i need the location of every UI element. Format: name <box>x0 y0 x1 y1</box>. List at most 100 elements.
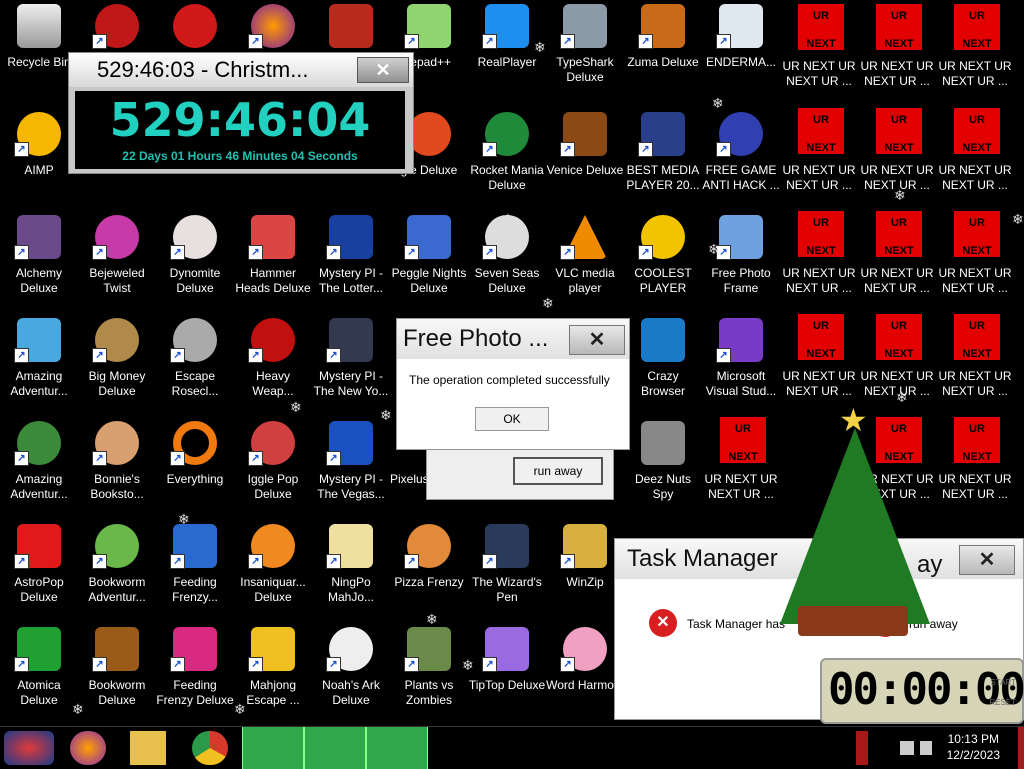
run-away-button[interactable]: run away <box>513 457 603 485</box>
desktop-icon-mystery-pi-lottery[interactable]: ↗ Mystery PI - The Lotter... <box>312 211 390 311</box>
desktop-icon-vlc[interactable]: ↗ VLC media player <box>546 211 624 311</box>
start-button[interactable]: START <box>991 678 1016 687</box>
shortcut-arrow-icon: ↗ <box>716 348 731 363</box>
ur-next-icon: UR NEXT <box>876 4 922 50</box>
desktop-icon-atomica[interactable]: ↗ Atomica Deluxe <box>0 623 78 723</box>
shortcut-arrow-icon: ↗ <box>404 554 419 569</box>
shortcut-arrow-icon: ↗ <box>638 245 653 260</box>
desktop-icon-dynomite[interactable]: ↗ Dynomite Deluxe <box>156 211 234 311</box>
desktop-icon-astropop[interactable]: ↗ AstroPop Deluxe <box>0 520 78 620</box>
run-away-window[interactable]: run away <box>426 446 614 500</box>
network-icon[interactable] <box>900 741 914 755</box>
desktop-icon-venice[interactable]: ↗ Venice Deluxe <box>546 108 624 208</box>
desktop-icon-coolest-player[interactable]: ↗ COOLEST PLAYER <box>624 211 702 311</box>
taskbar-item-photo-frame[interactable] <box>304 727 366 769</box>
ok-button[interactable]: OK <box>475 407 549 431</box>
firefox-taskbar-icon[interactable] <box>70 731 106 765</box>
snowflake-icon: ❄ <box>380 407 392 423</box>
reset-button[interactable]: RESET <box>989 698 1016 707</box>
red-creature-icon <box>173 4 217 48</box>
desktop-icon-ur-next[interactable]: UR NEXT UR NEXT UR NEXT UR ... <box>936 4 1014 104</box>
desktop-icon-crazy-browser[interactable]: Crazy Browser <box>624 314 702 414</box>
desktop-icon-ur-next[interactable]: UR NEXT UR NEXT UR NEXT UR ... <box>858 4 936 104</box>
desktop-icon-xm-play[interactable]: ↗ BEST MEDIA PLAYER 20... <box>624 108 702 208</box>
taskbar-item-christmas-tree[interactable] <box>242 727 304 769</box>
desktop-icon-ur-next[interactable]: UR NEXT UR NEXT UR NEXT UR ... <box>780 314 858 414</box>
desktop-icon-ur-next[interactable]: UR NEXT UR NEXT UR NEXT UR ... <box>936 211 1014 311</box>
chrome-icon[interactable] <box>192 731 228 765</box>
desktop-icon-visual-studio[interactable]: ↗ Microsoft Visual Stud... <box>702 314 780 414</box>
free-photo-dialog[interactable]: Free Photo ... ✕ The operation completed… <box>396 318 630 450</box>
start-button[interactable] <box>4 731 54 765</box>
desktop-icon-word-harmony[interactable]: ↗ Word Harmo... <box>546 623 624 723</box>
shortcut-arrow-icon: ↗ <box>170 451 185 466</box>
desktop-icon-pizza-frenzy[interactable]: ↗ Pizza Frenzy <box>390 520 468 620</box>
snowflake-icon: ❄ <box>426 611 438 627</box>
desktop-icon-feeding-frenzy[interactable]: ↗ Feeding Frenzy... <box>156 520 234 620</box>
snowflake-icon: ❄ <box>462 657 474 673</box>
star-browser-icon <box>641 318 685 362</box>
christmas-countdown-window[interactable]: 529:46:03 - Christm... ✕ 529:46:04 22 Da… <box>68 52 414 174</box>
desktop-icon-aimp[interactable]: ↗ AIMP <box>0 108 78 208</box>
desktop-icon-hammer-heads[interactable]: ↗ Hammer Heads Deluxe <box>234 211 312 311</box>
shortcut-arrow-icon: ↗ <box>716 34 731 49</box>
desktop-icon-rocket-mania[interactable]: ↗ Rocket Mania Deluxe <box>468 108 546 208</box>
desktop-icon-peggle-nights[interactable]: ↗ Peggle Nights Deluxe <box>390 211 468 311</box>
close-button[interactable]: ✕ <box>569 325 625 355</box>
desktop-icon-ur-next[interactable]: UR NEXT UR NEXT UR NEXT UR ... <box>780 211 858 311</box>
shortcut-arrow-icon: ↗ <box>170 348 185 363</box>
shortcut-arrow-icon: ↗ <box>248 657 263 672</box>
desktop-icon-typeshark[interactable]: ↗ TypeShark Deluxe <box>546 0 624 100</box>
close-button[interactable]: ✕ <box>357 57 409 83</box>
desktop-icon-bonnies-bookstore[interactable]: ↗ Bonnie's Booksto... <box>78 417 156 517</box>
taskbar: 10:13 PM 12/2/2023 <box>0 726 1024 769</box>
desktop-icon-mystery-pi-new-york[interactable]: ↗ Mystery PI - The New Yo... <box>312 314 390 414</box>
desktop-icon-insaniquarium[interactable]: ↗ Insaniquar... Deluxe <box>234 520 312 620</box>
desktop-icon-anti-hack[interactable]: ↗ FREE GAME ANTI HACK ... <box>702 108 780 208</box>
desktop-icon-alchemy[interactable]: ↗ Alchemy Deluxe <box>0 211 78 311</box>
close-button[interactable]: ✕ <box>959 545 1015 575</box>
desktop-icon-big-money[interactable]: ↗ Big Money Deluxe <box>78 314 156 414</box>
taskbar-item-notepad[interactable] <box>366 727 428 769</box>
desktop-icon-wizards-pen[interactable]: ↗ The Wizard's Pen <box>468 520 546 620</box>
desktop-icon-amazing-adventures-1[interactable]: ↗ Amazing Adventur... <box>0 314 78 414</box>
snowflake-icon: ❄ <box>502 211 514 227</box>
desktop-icon-free-photo-frame[interactable]: ↗ Free Photo Frame <box>702 211 780 311</box>
desktop-icon-ur-next[interactable]: UR NEXT UR NEXT UR NEXT UR ... <box>936 108 1014 208</box>
desktop-icon-ur-next[interactable]: UR NEXT UR NEXT UR NEXT UR ... <box>858 211 936 311</box>
file-explorer-icon[interactable] <box>130 731 166 765</box>
desktop-icon-ur-next[interactable]: UR NEXT UR NEXT UR NEXT UR ... <box>936 314 1014 414</box>
desktop-icon-plants-vs-zombies[interactable]: ↗ Plants vs Zombies <box>390 623 468 723</box>
desktop-icon-feeding-frenzy-deluxe[interactable]: ↗ Feeding Frenzy Deluxe <box>156 623 234 723</box>
desktop-icon-ningpo-mahjong[interactable]: ↗ NingPo MahJo... <box>312 520 390 620</box>
desktop-icon-zuma[interactable]: ↗ Zuma Deluxe <box>624 0 702 100</box>
desktop-icon-bookworm-adventures[interactable]: ↗ Bookworm Adventur... <box>78 520 156 620</box>
system-clock[interactable]: 10:13 PM 12/2/2023 <box>947 731 1000 763</box>
desktop-icon-amazing-adventures-2[interactable]: ↗ Amazing Adventur... <box>0 417 78 517</box>
show-desktop-button[interactable] <box>1018 727 1024 769</box>
desktop-icon-bookworm[interactable]: ↗ Bookworm Deluxe <box>78 623 156 723</box>
desktop-icon-deez-nuts-spy[interactable]: Deez Nuts Spy <box>624 417 702 517</box>
desktop-icon-mystery-pi-vegas[interactable]: ↗ Mystery PI - The Vegas... <box>312 417 390 517</box>
desktop-icon-noahs-ark[interactable]: ↗ Noah's Ark Deluxe <box>312 623 390 723</box>
shortcut-arrow-icon: ↗ <box>716 142 731 157</box>
ur-next-icon: UR NEXT <box>876 108 922 154</box>
timer-widget[interactable]: 00:00:00 START RESET <box>820 658 1024 724</box>
desktop-icon-everything[interactable]: ↗ Everything <box>156 417 234 517</box>
desktop-icon-iggle-pop[interactable]: ↗ Iggle Pop Deluxe <box>234 417 312 517</box>
shortcut-arrow-icon: ↗ <box>170 245 185 260</box>
shortcut-arrow-icon: ↗ <box>170 657 185 672</box>
snowflake-icon: ❄ <box>708 241 720 257</box>
desktop-icon-bejeweled[interactable]: ↗ Bejeweled Twist <box>78 211 156 311</box>
shortcut-arrow-icon: ↗ <box>638 142 653 157</box>
desktop-icon-ur-next[interactable]: UR NEXT UR NEXT UR NEXT UR ... <box>780 4 858 104</box>
desktop-icon-enderman[interactable]: ↗ ENDERMA... <box>702 0 780 100</box>
volume-icon[interactable] <box>920 741 932 755</box>
desktop-icon-recycle-bin[interactable]: Recycle Bin <box>0 0 78 100</box>
desktop-icon-ur-next[interactable]: UR NEXT UR NEXT UR NEXT UR ... <box>780 108 858 208</box>
desktop-icon-ur-next[interactable]: UR NEXT UR NEXT UR NEXT UR ... <box>936 417 1014 517</box>
desktop-icon-ur-next[interactable]: UR NEXT UR NEXT UR NEXT UR ... <box>702 417 780 517</box>
desktop-icon-escape-rosecliff[interactable]: ↗ Escape Rosecl... <box>156 314 234 414</box>
desktop-icon-winzip[interactable]: ↗ WinZip <box>546 520 624 620</box>
desktop-icon-tiptop[interactable]: ↗ TipTop Deluxe <box>468 623 546 723</box>
